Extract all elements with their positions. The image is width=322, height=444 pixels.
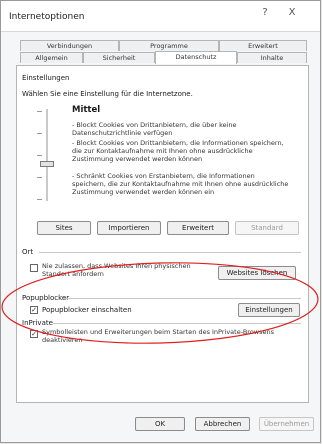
highlight-annotation bbox=[1, 262, 319, 344]
highlight-ellipse bbox=[1, 262, 319, 344]
